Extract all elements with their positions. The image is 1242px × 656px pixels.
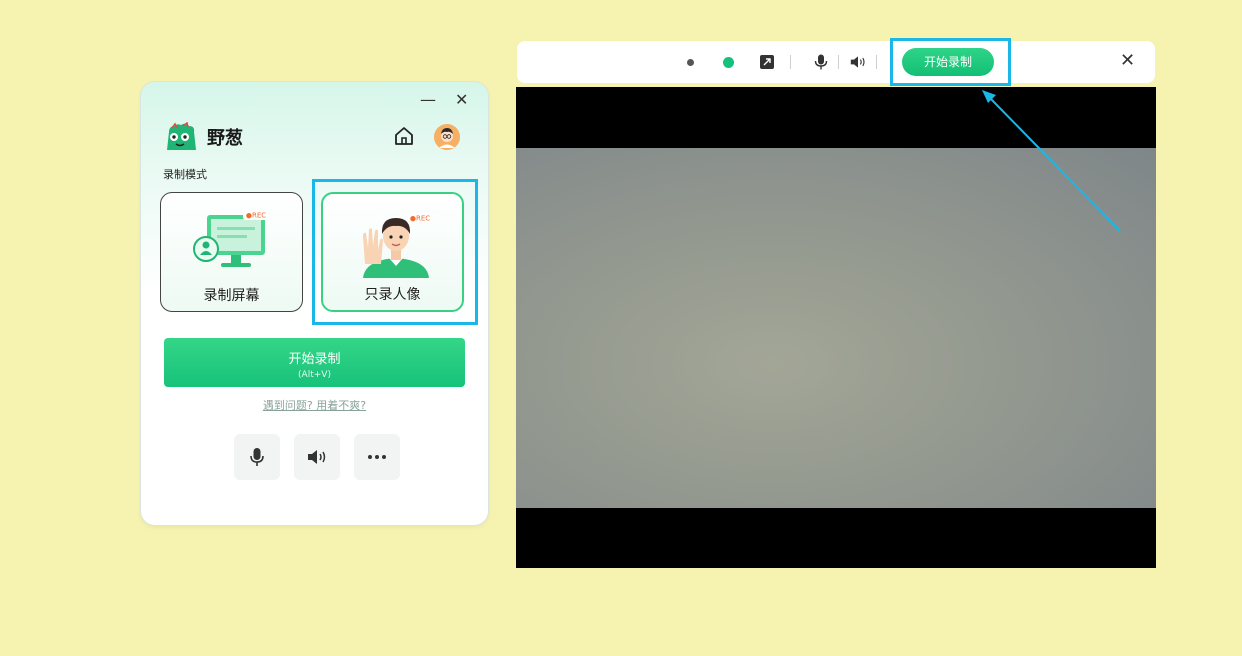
microphone-icon — [250, 448, 264, 466]
annotation-arrow-icon — [982, 90, 1121, 232]
screen-recording-icon: ●REC — [193, 209, 269, 267]
dot-green-icon[interactable] — [723, 57, 734, 68]
toolbar-divider — [876, 55, 877, 69]
mode-card-screen[interactable]: ●REC 录制屏幕 — [160, 192, 303, 312]
toolbar-divider — [790, 55, 791, 69]
start-recording-button[interactable]: 开始录制 (Alt+V) — [164, 338, 465, 387]
start-recording-shortcut: (Alt+V) — [298, 370, 331, 380]
start-recording-label: 开始录制 — [288, 352, 341, 367]
mode-card-label: 录制屏幕 — [203, 288, 260, 304]
avatar[interactable] — [434, 124, 460, 150]
close-button[interactable]: ✕ — [1120, 52, 1135, 70]
speaker-button[interactable] — [294, 434, 340, 480]
toolbar-divider — [838, 55, 839, 69]
highlight-box-portrait-mode — [312, 179, 478, 325]
microphone-icon[interactable] — [813, 54, 829, 70]
minimize-button[interactable]: — — [420, 92, 436, 108]
recording-toolbar: 开始录制 ✕ — [517, 41, 1155, 83]
highlight-box-record-button — [890, 38, 1011, 86]
brand-logo-icon — [167, 122, 196, 150]
dot-small-icon[interactable] — [687, 59, 694, 66]
microphone-button[interactable] — [234, 434, 280, 480]
help-link[interactable]: 遇到问题? 用着不爽? — [141, 397, 488, 413]
speaker-icon — [308, 450, 326, 464]
mode-label: 录制模式 — [163, 168, 207, 181]
more-icon — [368, 455, 386, 459]
pip-icon[interactable] — [759, 54, 775, 70]
user-avatar-icon — [434, 124, 460, 150]
speaker-icon[interactable] — [850, 54, 866, 70]
brand-name: 野葱 — [207, 128, 243, 149]
rec-badge: ●REC — [246, 212, 266, 220]
more-button[interactable] — [354, 434, 400, 480]
close-button[interactable]: ✕ — [455, 92, 468, 108]
brand: 野葱 — [163, 122, 243, 152]
home-icon[interactable] — [393, 125, 415, 147]
